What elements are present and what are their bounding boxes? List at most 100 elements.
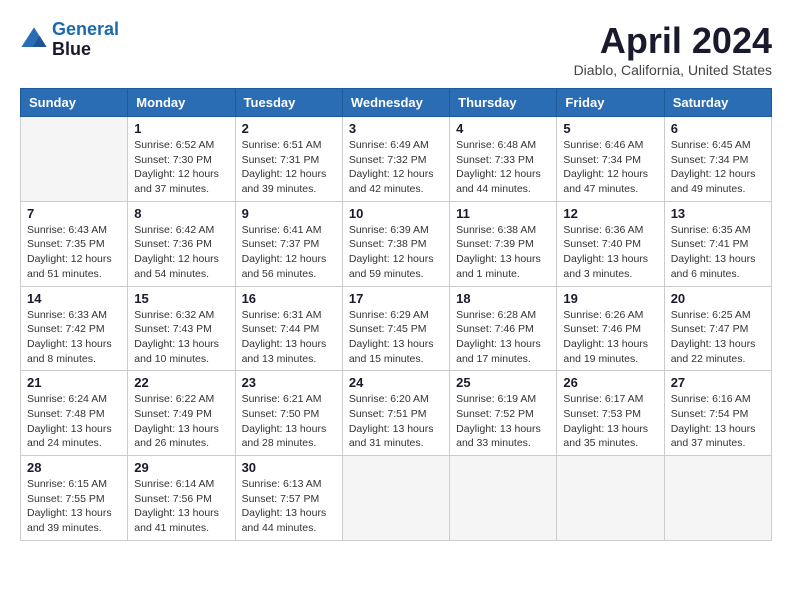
title-block: April 2024 Diablo, California, United St… <box>574 20 772 78</box>
day-info: Sunrise: 6:24 AMSunset: 7:48 PMDaylight:… <box>27 392 121 451</box>
day-info-line: Daylight: 12 hours <box>134 252 228 267</box>
day-info-line: Sunset: 7:44 PM <box>242 322 336 337</box>
day-info-line: Sunset: 7:34 PM <box>671 153 765 168</box>
weekday-header: Tuesday <box>235 89 342 117</box>
day-info-line: Sunrise: 6:26 AM <box>563 308 657 323</box>
day-info-line: Sunset: 7:47 PM <box>671 322 765 337</box>
weekday-header: Saturday <box>664 89 771 117</box>
day-info-line: Sunset: 7:46 PM <box>563 322 657 337</box>
day-info-line: and 39 minutes. <box>27 521 121 536</box>
day-number: 9 <box>242 206 336 221</box>
day-info-line: Sunrise: 6:21 AM <box>242 392 336 407</box>
day-info-line: Sunset: 7:30 PM <box>134 153 228 168</box>
day-info-line: Sunrise: 6:41 AM <box>242 223 336 238</box>
calendar-cell: 9 Sunrise: 6:41 AMSunset: 7:37 PMDaylight… <box>235 201 342 286</box>
weekday-header-row: SundayMondayTuesdayWednesdayThursdayFrid… <box>21 89 772 117</box>
day-info-line: Sunrise: 6:36 AM <box>563 223 657 238</box>
day-info-line: Sunrise: 6:29 AM <box>349 308 443 323</box>
day-info: Sunrise: 6:36 AMSunset: 7:40 PMDaylight:… <box>563 223 657 282</box>
day-number: 12 <box>563 206 657 221</box>
day-info-line: Daylight: 13 hours <box>27 422 121 437</box>
day-info-line: Sunrise: 6:22 AM <box>134 392 228 407</box>
day-info-line: and 39 minutes. <box>242 182 336 197</box>
day-info-line: and 24 minutes. <box>27 436 121 451</box>
day-info-line: Sunrise: 6:48 AM <box>456 138 550 153</box>
day-info-line: and 49 minutes. <box>671 182 765 197</box>
weekday-header: Wednesday <box>342 89 449 117</box>
day-info-line: Sunrise: 6:17 AM <box>563 392 657 407</box>
day-info-line: Daylight: 12 hours <box>456 167 550 182</box>
day-info-line: and 41 minutes. <box>134 521 228 536</box>
day-info-line: and 31 minutes. <box>349 436 443 451</box>
day-info-line: Sunset: 7:31 PM <box>242 153 336 168</box>
day-info-line: Daylight: 13 hours <box>563 337 657 352</box>
logo-text: General Blue <box>52 20 119 60</box>
day-number: 13 <box>671 206 765 221</box>
day-info-line: Sunrise: 6:42 AM <box>134 223 228 238</box>
day-info-line: Sunrise: 6:19 AM <box>456 392 550 407</box>
day-info-line: and 6 minutes. <box>671 267 765 282</box>
day-info-line: Sunset: 7:48 PM <box>27 407 121 422</box>
day-info-line: Sunset: 7:55 PM <box>27 492 121 507</box>
day-info: Sunrise: 6:45 AMSunset: 7:34 PMDaylight:… <box>671 138 765 197</box>
calendar-cell: 26Sunrise: 6:17 AMSunset: 7:53 PMDayligh… <box>557 371 664 456</box>
day-info-line: and 54 minutes. <box>134 267 228 282</box>
day-info-line: Daylight: 13 hours <box>349 422 443 437</box>
day-info-line: Sunrise: 6:39 AM <box>349 223 443 238</box>
day-number: 1 <box>134 121 228 136</box>
day-info-line: Sunrise: 6:33 AM <box>27 308 121 323</box>
day-info: Sunrise: 6:48 AMSunset: 7:33 PMDaylight:… <box>456 138 550 197</box>
day-number: 7 <box>27 206 121 221</box>
day-info-line: Daylight: 12 hours <box>563 167 657 182</box>
day-info: Sunrise: 6:26 AMSunset: 7:46 PMDaylight:… <box>563 308 657 367</box>
calendar-cell: 11Sunrise: 6:38 AMSunset: 7:39 PMDayligh… <box>450 201 557 286</box>
day-info: Sunrise: 6:21 AMSunset: 7:50 PMDaylight:… <box>242 392 336 451</box>
day-number: 25 <box>456 375 550 390</box>
weekday-header: Sunday <box>21 89 128 117</box>
day-info: Sunrise: 6:22 AMSunset: 7:49 PMDaylight:… <box>134 392 228 451</box>
day-info-line: Sunset: 7:35 PM <box>27 237 121 252</box>
calendar-cell <box>342 456 449 541</box>
day-info-line: Sunset: 7:32 PM <box>349 153 443 168</box>
day-info-line: Sunset: 7:45 PM <box>349 322 443 337</box>
day-number: 17 <box>349 291 443 306</box>
day-info-line: and 37 minutes. <box>134 182 228 197</box>
logo-icon <box>20 26 48 54</box>
day-info-line: Daylight: 13 hours <box>671 252 765 267</box>
day-info-line: Daylight: 13 hours <box>242 337 336 352</box>
day-info-line: and 35 minutes. <box>563 436 657 451</box>
day-number: 28 <box>27 460 121 475</box>
day-info-line: and 26 minutes. <box>134 436 228 451</box>
logo: General Blue <box>20 20 119 60</box>
day-number: 5 <box>563 121 657 136</box>
day-info-line: Daylight: 13 hours <box>563 422 657 437</box>
day-info-line: Sunrise: 6:32 AM <box>134 308 228 323</box>
day-number: 18 <box>456 291 550 306</box>
day-info-line: and 37 minutes. <box>671 436 765 451</box>
day-info-line: Sunset: 7:57 PM <box>242 492 336 507</box>
day-number: 15 <box>134 291 228 306</box>
calendar-cell <box>664 456 771 541</box>
day-info-line: Sunrise: 6:35 AM <box>671 223 765 238</box>
day-info-line: and 59 minutes. <box>349 267 443 282</box>
day-number: 11 <box>456 206 550 221</box>
day-info-line: Sunrise: 6:16 AM <box>671 392 765 407</box>
day-info-line: Sunrise: 6:14 AM <box>134 477 228 492</box>
day-info-line: Daylight: 12 hours <box>349 167 443 182</box>
day-info: Sunrise: 6:28 AMSunset: 7:46 PMDaylight:… <box>456 308 550 367</box>
calendar-cell: 4Sunrise: 6:48 AMSunset: 7:33 PMDaylight… <box>450 117 557 202</box>
day-info-line: Daylight: 13 hours <box>242 506 336 521</box>
day-info-line: Daylight: 12 hours <box>134 167 228 182</box>
day-info-line: Daylight: 12 hours <box>671 167 765 182</box>
day-number: 30 <box>242 460 336 475</box>
day-info-line: and 8 minutes. <box>27 352 121 367</box>
day-info: Sunrise: 6:33 AMSunset: 7:42 PMDaylight:… <box>27 308 121 367</box>
day-info: Sunrise: 6:52 AMSunset: 7:30 PMDaylight:… <box>134 138 228 197</box>
day-info: Sunrise: 6:20 AMSunset: 7:51 PMDaylight:… <box>349 392 443 451</box>
calendar-cell: 21Sunrise: 6:24 AMSunset: 7:48 PMDayligh… <box>21 371 128 456</box>
calendar-cell: 22Sunrise: 6:22 AMSunset: 7:49 PMDayligh… <box>128 371 235 456</box>
day-info-line: and 19 minutes. <box>563 352 657 367</box>
day-info-line: Daylight: 13 hours <box>134 506 228 521</box>
day-info: Sunrise: 6:41 AMSunset: 7:37 PMDaylight:… <box>242 223 336 282</box>
day-number: 6 <box>671 121 765 136</box>
